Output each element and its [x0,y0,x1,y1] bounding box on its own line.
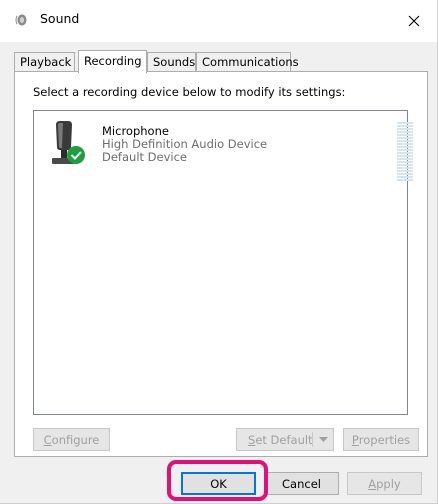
meter-segment [397,128,413,130]
meter-segment [397,158,413,160]
apply-button[interactable]: Apply [347,472,422,495]
tab-playback[interactable]: Playback [14,52,75,71]
set-default-button[interactable]: Set Default [236,428,334,451]
device-item-microphone[interactable]: Microphone High Definition Audio Device … [44,119,413,181]
meter-segment [397,155,413,157]
close-button[interactable] [391,0,437,42]
instruction-text: Select a recording device below to modif… [33,85,346,99]
speaker-icon [15,14,27,26]
meter-segment [397,149,413,151]
cancel-button[interactable]: Cancel [264,472,339,495]
microphone-icon [52,121,85,164]
ok-button-highlight [167,460,268,501]
meter-segment [397,122,413,124]
tab-sounds[interactable]: Sounds [147,52,196,71]
properties-button[interactable]: Properties [343,428,419,451]
meter-segment [397,146,413,148]
chevron-down-icon [319,437,328,442]
meter-segment [397,131,413,133]
title-bar: Sound [0,0,437,42]
device-status: Default Device [102,150,188,164]
meter-segment [397,167,413,169]
window-title: Sound [40,11,80,26]
device-name: Microphone [102,124,169,138]
configure-button[interactable]: Configure [33,428,110,451]
device-list[interactable]: Microphone High Definition Audio Device … [33,110,413,415]
meter-segment [397,143,413,145]
meter-segment [397,161,413,163]
level-meter [397,122,413,182]
meter-segment [397,152,413,154]
meter-segment [397,164,413,166]
meter-segment [397,137,413,139]
close-icon [408,15,420,27]
meter-segment [397,176,413,178]
meter-segment [397,140,413,142]
split-divider [312,432,313,447]
meter-segment [397,179,413,181]
tab-communications[interactable]: Communications [196,52,299,71]
meter-segment [397,125,413,127]
recording-panel: Select a recording device below to modif… [14,71,428,457]
meter-segment [397,170,413,172]
green-check-icon [67,146,85,164]
sound-dialog: Sound Playback Recording Sounds Communic… [0,0,438,504]
meter-segment [397,173,413,175]
meter-segment [397,134,413,136]
tab-recording[interactable]: Recording [78,50,147,73]
device-description: High Definition Audio Device [102,137,268,151]
